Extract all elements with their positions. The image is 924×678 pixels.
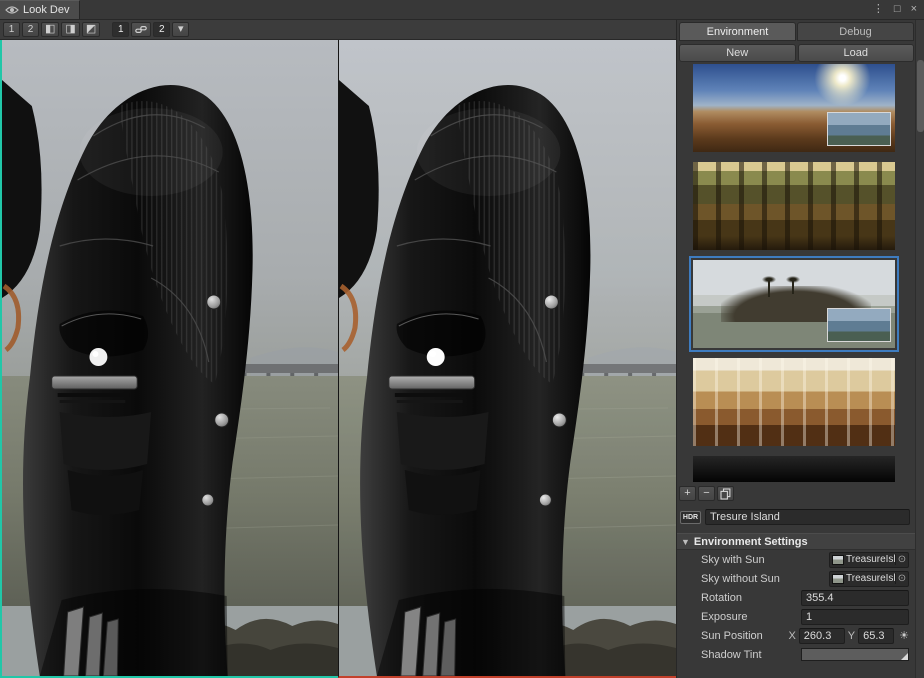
view1-content-button[interactable]: 1: [112, 22, 129, 37]
sky-without-sun-field[interactable]: TreasureIslandWh ⊙: [829, 571, 909, 587]
split-screen-view-icon[interactable]: ◨: [61, 22, 79, 37]
sun-position-fields: X Y ☀: [788, 628, 909, 644]
foldout-arrow-icon: ▼: [681, 537, 690, 547]
sun-y-label: Y: [848, 630, 855, 642]
viewport-column: 1 2 ◧ ◨ ◩ 1 2 ▾: [0, 20, 676, 678]
shadow-tint-color-swatch[interactable]: [801, 648, 909, 661]
hdri-thumbnail-dark-studio[interactable]: [693, 456, 895, 482]
lookdev-window: Look Dev ⋮ □ × 1 2 ◧ ◨ ◩ 1: [0, 0, 924, 678]
render-view-1: [2, 40, 338, 676]
hdri-name-row: HDR: [680, 508, 910, 526]
object-picker-icon[interactable]: ⊙: [895, 554, 908, 565]
sky-without-sun-row: Sky without Sun TreasureIslandWh ⊙: [677, 569, 916, 588]
titlebar: Look Dev ⋮ □ ×: [0, 0, 924, 20]
view2-content-button[interactable]: 2: [153, 22, 170, 37]
environment-settings-foldout[interactable]: ▼ Environment Settings: [677, 533, 916, 550]
sun-x-input[interactable]: [799, 628, 845, 644]
sun-y-input[interactable]: [858, 628, 894, 644]
hdri-name-input[interactable]: [705, 509, 910, 525]
hdri-thumbnail-church-interior[interactable]: [693, 358, 895, 446]
panel-content: Environment Debug New Load: [677, 20, 916, 678]
maximize-icon[interactable]: □: [894, 4, 901, 15]
main-area: 1 2 ◧ ◨ ◩ 1 2 ▾: [0, 20, 924, 678]
sky-with-sun-row: Sky with Sun TreasureIslandWh ⊙: [677, 550, 916, 569]
sky-without-sun-label: Sky without Sun: [701, 573, 780, 585]
single-view-1-button[interactable]: 1: [3, 22, 20, 37]
sky-with-sun-label: Sky with Sun: [701, 554, 765, 566]
hdri-thumbnail-desert-sun[interactable]: [693, 64, 895, 152]
lookdev-tab[interactable]: Look Dev: [0, 0, 80, 19]
environment-panel: Environment Debug New Load: [676, 20, 924, 678]
viewport-1[interactable]: [0, 40, 338, 678]
cubemap-mini-thumbnail: [832, 574, 844, 584]
hdri-list: [677, 62, 916, 482]
sky-with-sun-value: TreasureIslandWh: [846, 554, 895, 565]
exposure-input[interactable]: [801, 609, 909, 625]
picture-in-picture: [827, 112, 891, 146]
rotation-input[interactable]: [801, 590, 909, 606]
sun-position-row: Sun Position X Y ☀: [677, 626, 916, 645]
palm-silhouette: [792, 281, 794, 294]
panel-actions: New Load: [679, 44, 914, 62]
load-button[interactable]: Load: [798, 44, 915, 62]
sun-x-label: X: [788, 630, 795, 642]
exposure-label: Exposure: [701, 611, 747, 623]
hdri-list-controls: + −: [677, 482, 916, 502]
viewport-2[interactable]: [338, 40, 676, 678]
single-view-2-button[interactable]: 2: [22, 22, 39, 37]
close-icon[interactable]: ×: [911, 4, 917, 15]
settings-title: Environment Settings: [694, 536, 808, 548]
object-picker-icon[interactable]: ⊙: [895, 573, 908, 584]
scrollbar-thumb[interactable]: [917, 60, 924, 132]
tab-environment[interactable]: Environment: [679, 22, 796, 41]
remove-hdri-button[interactable]: −: [698, 486, 715, 501]
panel-tabs: Environment Debug: [679, 22, 914, 41]
window-menu-icon[interactable]: ⋮: [873, 4, 884, 15]
shadow-tint-label: Shadow Tint: [701, 649, 762, 661]
sun-position-label: Sun Position: [701, 630, 763, 642]
panel-scrollbar[interactable]: [915, 20, 924, 678]
picture-in-picture: [827, 308, 891, 342]
window-controls: ⋮ □ ×: [873, 0, 924, 19]
hdri-thumbnail-treasure-island-selected[interactable]: [693, 260, 895, 348]
hdri-thumbnail-forest-path[interactable]: [693, 162, 895, 250]
rotation-label: Rotation: [701, 592, 742, 604]
camera-dropdown-icon[interactable]: ▾: [172, 22, 189, 37]
lookdev-toolbar: 1 2 ◧ ◨ ◩ 1 2 ▾: [0, 20, 676, 40]
palm-silhouette: [768, 281, 770, 297]
side-by-side-view-icon[interactable]: ◧: [41, 22, 59, 37]
hdr-badge: HDR: [680, 511, 701, 524]
zone-view-icon[interactable]: ◩: [82, 22, 100, 37]
lookdev-eye-icon: [5, 5, 19, 15]
shadow-tint-row: Shadow Tint: [677, 645, 916, 664]
add-hdri-button[interactable]: +: [679, 486, 696, 501]
dual-viewports: [0, 40, 676, 678]
new-button[interactable]: New: [679, 44, 796, 62]
window-title: Look Dev: [23, 4, 69, 16]
cubemap-mini-thumbnail: [832, 555, 844, 565]
rotation-row: Rotation: [677, 588, 916, 607]
duplicate-hdri-button[interactable]: [717, 486, 734, 501]
sky-without-sun-value: TreasureIslandWh: [846, 573, 895, 584]
exposure-row: Exposure: [677, 607, 916, 626]
render-view-2: [339, 40, 676, 676]
tab-debug[interactable]: Debug: [797, 22, 914, 41]
sync-views-link-icon[interactable]: [131, 22, 151, 37]
sky-with-sun-field[interactable]: TreasureIslandWh ⊙: [829, 552, 909, 568]
sun-icon[interactable]: ☀: [899, 629, 909, 642]
